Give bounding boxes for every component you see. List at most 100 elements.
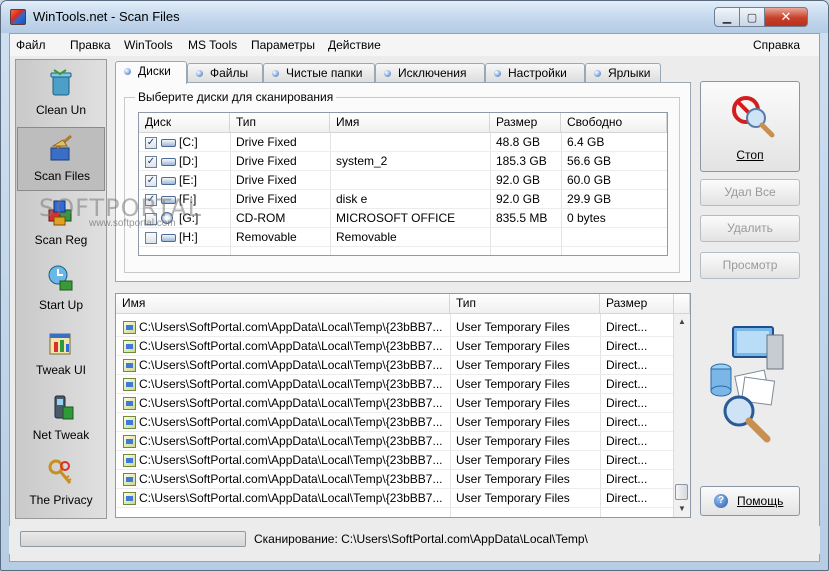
drive-row[interactable]: [H:] Removable Removable	[139, 228, 667, 247]
maximize-button[interactable]: ▢	[739, 7, 765, 27]
result-row[interactable]: C:\Users\SoftPortal.com\AppData\Local\Te…	[116, 413, 674, 432]
sidebar-item-clean-un[interactable]: Clean Un	[17, 62, 105, 126]
drive-checkbox[interactable]: ✓	[145, 137, 157, 149]
column-header-name[interactable]: Имя	[330, 113, 490, 133]
menu-mstools[interactable]: MS Tools	[188, 38, 237, 52]
drive-row[interactable]: ✓ [C:] Drive Fixed 48.8 GB 6.4 GB	[139, 133, 667, 152]
stop-button[interactable]: Стоп	[700, 81, 800, 172]
result-cell-type: User Temporary Files	[456, 358, 570, 372]
result-row[interactable]: C:\Users\SoftPortal.com\AppData\Local\Te…	[116, 489, 674, 508]
column-header-spacer	[674, 294, 690, 314]
temp-file-icon	[123, 492, 136, 505]
menu-help[interactable]: Справка	[753, 38, 800, 52]
temp-file-icon	[123, 397, 136, 410]
tab-bullet-icon	[124, 68, 131, 75]
drive-cell-size: 835.5 MB	[496, 211, 548, 225]
view-button[interactable]: Просмотр	[700, 252, 800, 279]
result-cell-size: Direct...	[606, 377, 648, 391]
tab-exclusions[interactable]: Исключения	[375, 63, 485, 83]
result-row[interactable]: C:\Users\SoftPortal.com\AppData\Local\Te…	[116, 356, 674, 375]
tab-bullet-icon	[384, 70, 391, 77]
result-cell-size: Direct...	[606, 434, 648, 448]
sidebar-item-tweak-ui[interactable]: Tweak UI	[17, 322, 105, 386]
drive-cell-name: Removable	[336, 230, 397, 244]
drive-cell-type: CD-ROM	[236, 211, 286, 225]
results-scrollbar[interactable]: ▲ ▼	[673, 314, 690, 517]
result-cell-size: Direct...	[606, 415, 648, 429]
window-title: WinTools.net - Scan Files	[33, 9, 180, 24]
drive-cell-free: 60.0 GB	[567, 173, 612, 187]
drive-cell-drive: [H:]	[179, 230, 198, 244]
hard-drive-icon	[161, 177, 176, 185]
sidebar-item-net-tweak[interactable]: Net Tweak	[17, 387, 105, 451]
drive-checkbox[interactable]: ✓	[145, 156, 157, 168]
result-cell-type: User Temporary Files	[456, 472, 570, 486]
drive-checkbox[interactable]	[145, 232, 157, 244]
column-header-free[interactable]: Свободно	[561, 113, 667, 133]
column-header-name[interactable]: Имя	[116, 294, 450, 314]
sidebar-item-scan-files[interactable]: Scan Files	[17, 127, 105, 191]
maximize-icon: ▢	[746, 11, 758, 24]
tab-settings[interactable]: Настройки	[485, 63, 585, 83]
result-row[interactable]: C:\Users\SoftPortal.com\AppData\Local\Te…	[116, 394, 674, 413]
drive-cell-type: Drive Fixed	[236, 192, 297, 206]
close-button[interactable]: ✕	[764, 7, 808, 27]
minimize-button[interactable]: ▁	[714, 7, 740, 27]
sidebar-item-label: Scan Reg	[34, 233, 88, 247]
result-cell-name: C:\Users\SoftPortal.com\AppData\Local\Te…	[139, 320, 443, 334]
menu-edit[interactable]: Правка	[70, 38, 111, 52]
title-bar[interactable]: WinTools.net - Scan Files ▁ ▢ ✕	[1, 1, 828, 33]
temp-file-icon	[123, 454, 136, 467]
sidebar-item-label: Tweak UI	[35, 363, 86, 377]
sidebar-item-the-privacy[interactable]: The Privacy	[17, 452, 105, 516]
column-header-size[interactable]: Размер	[490, 113, 561, 133]
tab-files[interactable]: Файлы	[187, 63, 263, 83]
result-row[interactable]: C:\Users\SoftPortal.com\AppData\Local\Te…	[116, 375, 674, 394]
sidebar-item-start-up[interactable]: Start Up	[17, 257, 105, 321]
help-button[interactable]: ? Помощь	[700, 486, 800, 516]
temp-file-icon	[123, 340, 136, 353]
result-cell-size: Direct...	[606, 339, 648, 353]
result-cell-type: User Temporary Files	[456, 491, 570, 505]
menu-parameters[interactable]: Параметры	[251, 38, 315, 52]
drive-row[interactable]: [G:] CD-ROM MICROSOFT OFFICE 835.5 MB 0 byte…	[139, 209, 667, 228]
menu-bar: Файл Правка WinTools MS Tools Параметры …	[10, 34, 819, 56]
drive-cell-name	[336, 133, 488, 152]
column-header-size[interactable]: Размер	[600, 294, 674, 314]
window-tweak-icon	[49, 333, 71, 355]
tab-label: Чистые папки	[286, 66, 363, 80]
hard-drive-icon	[161, 139, 176, 147]
drive-checkbox[interactable]: ✓	[145, 175, 157, 187]
tab-clean-folders[interactable]: Чистые папки	[263, 63, 375, 83]
column-header-disk[interactable]: Диск	[139, 113, 230, 133]
tab-disks[interactable]: Диски	[115, 61, 187, 84]
column-header-type[interactable]: Тип	[450, 294, 600, 314]
drive-row[interactable]: ✓ [E:] Drive Fixed 92.0 GB 60.0 GB	[139, 171, 667, 190]
delete-all-button[interactable]: Удал Все	[700, 179, 800, 206]
drive-row[interactable]: ✓ [F:] Drive Fixed disk e 92.0 GB 29.9 GB	[139, 190, 667, 209]
drive-cell-size	[496, 228, 559, 247]
close-icon: ✕	[780, 9, 792, 24]
scroll-down-arrow-icon[interactable]: ▼	[674, 501, 690, 517]
result-cell-size: Direct...	[606, 320, 648, 334]
result-row[interactable]: C:\Users\SoftPortal.com\AppData\Local\Te…	[116, 337, 674, 356]
tab-shortcuts[interactable]: Ярлыки	[585, 63, 661, 83]
scroll-up-arrow-icon[interactable]: ▲	[674, 314, 690, 330]
menu-file[interactable]: Файл	[16, 38, 46, 52]
column-header-type[interactable]: Тип	[230, 113, 330, 133]
sidebar-item-label: Start Up	[38, 298, 83, 312]
delete-button[interactable]: Удалить	[700, 215, 800, 242]
scroll-thumb[interactable]	[675, 484, 688, 500]
menu-wintools[interactable]: WinTools	[124, 38, 173, 52]
result-row[interactable]: C:\Users\SoftPortal.com\AppData\Local\Te…	[116, 470, 674, 489]
result-cell-size: Direct...	[606, 491, 648, 505]
menu-action[interactable]: Действие	[328, 38, 381, 52]
result-row[interactable]: C:\Users\SoftPortal.com\AppData\Local\Te…	[116, 432, 674, 451]
drive-cell-drive: [E:]	[179, 173, 198, 187]
results-list: Имя Тип Размер C:\Users\SoftPortal.com\A…	[115, 293, 691, 518]
result-row[interactable]: C:\Users\SoftPortal.com\AppData\Local\Te…	[116, 451, 674, 470]
result-row[interactable]: C:\Users\SoftPortal.com\AppData\Local\Te…	[116, 318, 674, 337]
drive-cell-name: disk e	[336, 192, 368, 206]
drive-row[interactable]: ✓ [D:] Drive Fixed system_2 185.3 GB 56.6 GB	[139, 152, 667, 171]
drive-cell-free: 56.6 GB	[567, 154, 612, 168]
